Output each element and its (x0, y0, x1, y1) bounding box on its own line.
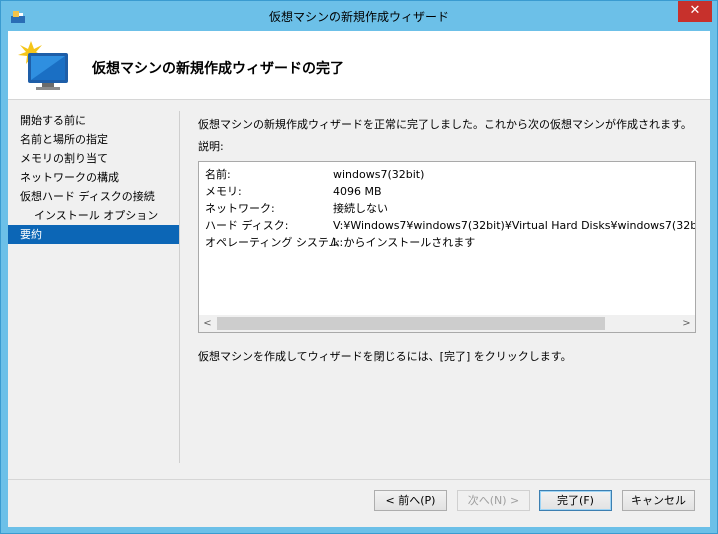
nav-item-summary[interactable]: 要約 (8, 225, 179, 244)
intro-text: 仮想マシンの新規作成ウィザードを正常に完了しました。これから次の仮想マシンが作成… (198, 118, 692, 131)
scroll-right-icon[interactable]: > (678, 315, 695, 332)
wizard-steps-nav: 開始する前に 名前と場所の指定 メモリの割り当て ネットワークの構成 仮想ハード… (8, 111, 180, 463)
summary-value: I: からインストールされます (333, 236, 476, 249)
close-icon: ✕ (689, 3, 701, 18)
title-bar[interactable]: 仮想マシンの新規作成ウィザード ✕ (1, 1, 717, 31)
summary-key: オペレーティング システム: (205, 236, 344, 249)
horizontal-scrollbar[interactable]: < > (199, 315, 695, 332)
nav-item-memory[interactable]: メモリの割り当て (8, 149, 179, 168)
summary-row-network: ネットワーク: 接続しない (205, 200, 388, 217)
finish-instruction: 仮想マシンを作成してウィザードを閉じるには、[完了] をクリックします。 (198, 350, 572, 363)
summary-key: ネットワーク: (205, 202, 275, 215)
window-title: 仮想マシンの新規作成ウィザード (268, 10, 449, 24)
summary-key: 名前: (205, 168, 231, 181)
back-button[interactable]: < 前へ(P) (374, 490, 447, 511)
nav-item-before-you-begin[interactable]: 開始する前に (8, 111, 179, 130)
finish-button[interactable]: 完了(F) (539, 490, 612, 511)
summary-value: V:¥Windows7¥windows7(32bit)¥Virtual Hard… (333, 219, 695, 232)
new-vm-wizard-icon (14, 35, 72, 93)
summary-textbox[interactable]: 名前: windows7(32bit) メモリ: 4096 MB ネットワーク: 接続… (198, 161, 696, 333)
nav-item-install-options[interactable]: インストール オプション (8, 206, 179, 225)
nav-item-name-location[interactable]: 名前と場所の指定 (8, 130, 179, 149)
description-label: 説明: (198, 140, 224, 153)
summary-row-hard-disk: ハード ディスク: V:¥Windows7¥windows7(32bit)¥Vir… (205, 217, 695, 234)
nav-item-virtual-hard-disk[interactable]: 仮想ハード ディスクの接続 (8, 187, 179, 206)
scrollbar-thumb[interactable] (217, 317, 605, 330)
close-button[interactable]: ✕ (678, 1, 712, 22)
nav-item-networking[interactable]: ネットワークの構成 (8, 168, 179, 187)
summary-value: 接続しない (333, 202, 388, 215)
scroll-left-icon[interactable]: < (199, 315, 216, 332)
wizard-window: 仮想マシンの新規作成ウィザード ✕ 仮想マシンの新規作成ウィザードの完了 開始す… (0, 0, 718, 534)
summary-key: ハード ディスク: (205, 219, 289, 232)
wizard-client-area: 仮想マシンの新規作成ウィザードの完了 開始する前に 名前と場所の指定 メモリの割… (8, 31, 710, 527)
page-title: 仮想マシンの新規作成ウィザードの完了 (92, 61, 344, 77)
summary-row-os: オペレーティング システム:I: からインストールされます (205, 234, 475, 251)
cancel-button[interactable]: キャンセル (622, 490, 695, 511)
summary-key: メモリ: (205, 185, 242, 198)
summary-row-memory: メモリ: 4096 MB (205, 183, 382, 200)
footer-divider (8, 479, 710, 480)
wizard-header: 仮想マシンの新規作成ウィザードの完了 (8, 31, 710, 100)
summary-value: windows7(32bit) (333, 168, 425, 181)
next-button[interactable]: 次へ(N) > (457, 490, 530, 511)
summary-value: 4096 MB (333, 185, 382, 198)
summary-row-name: 名前: windows7(32bit) (205, 166, 424, 183)
